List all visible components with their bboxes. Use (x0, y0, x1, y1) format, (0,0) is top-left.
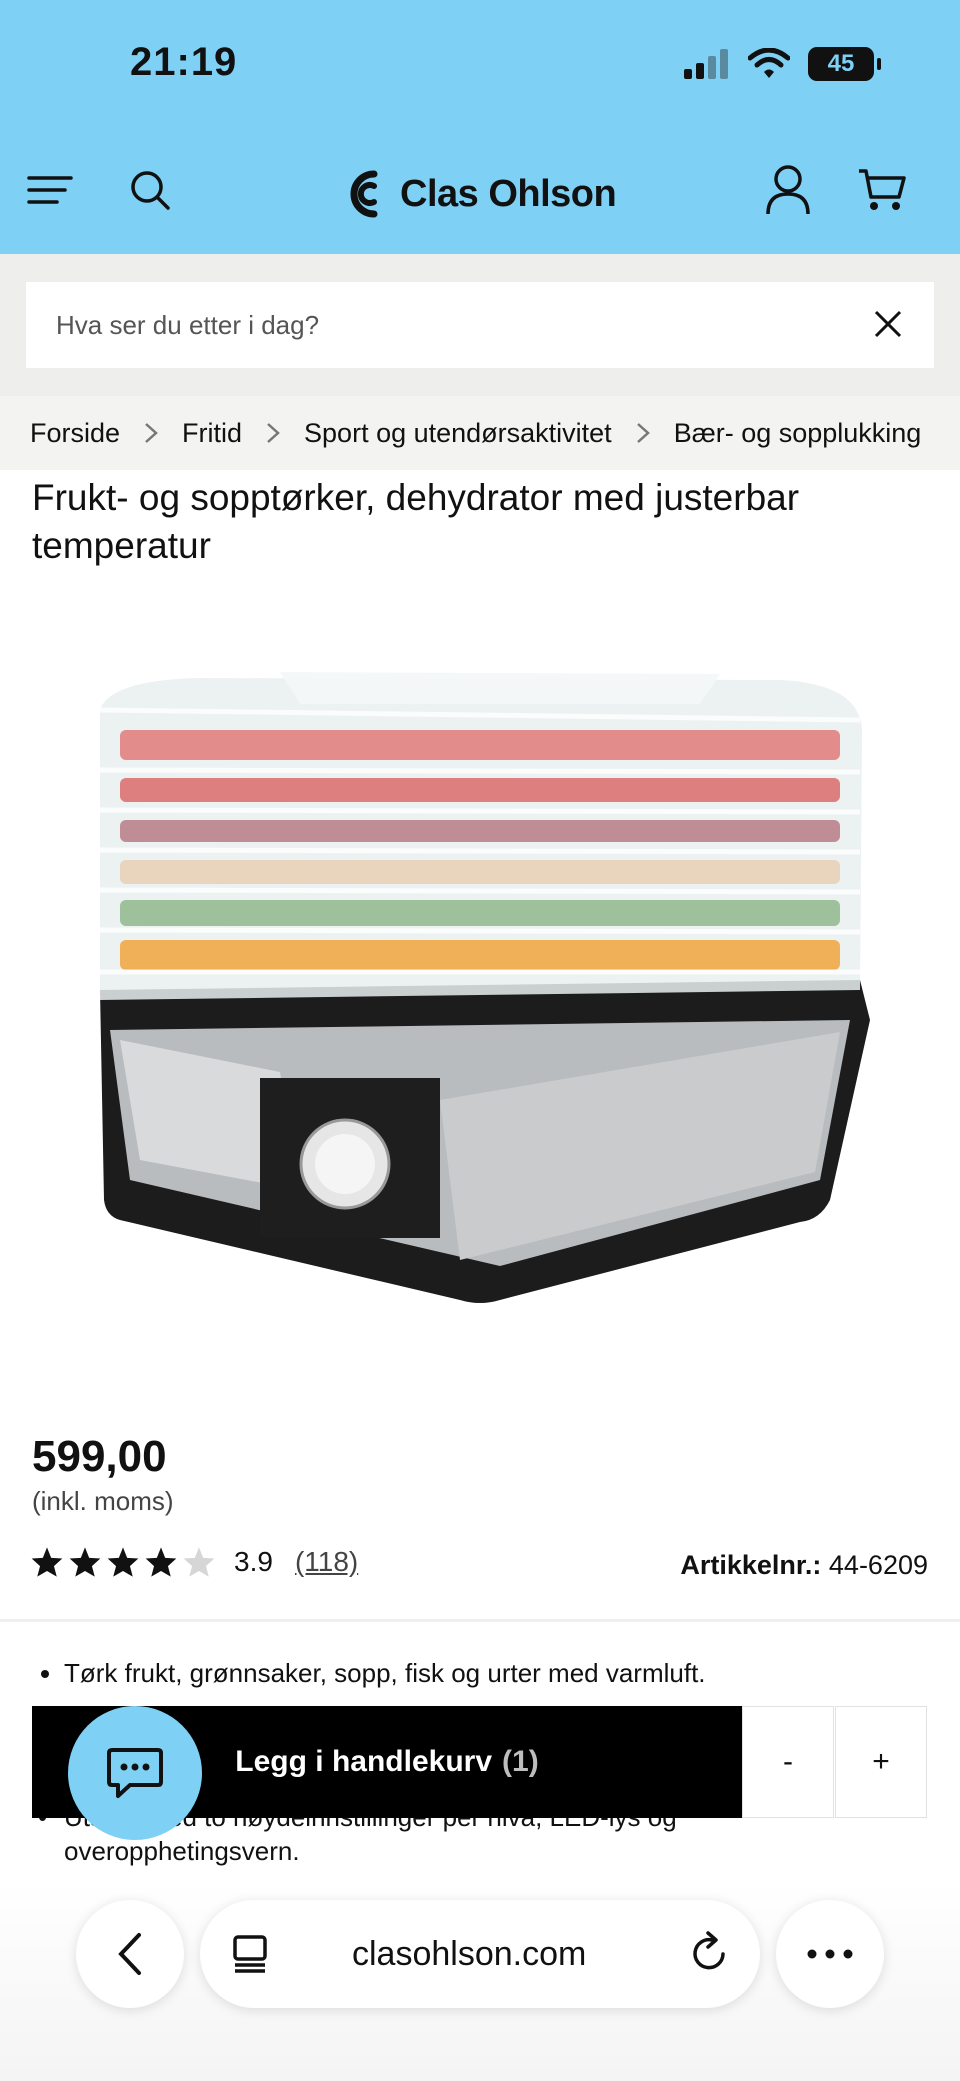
breadcrumb-item[interactable]: Bær- og sopplukking (674, 418, 922, 449)
breadcrumb: Forside Fritid Sport og utendørsaktivite… (0, 396, 960, 470)
quantity-decrease-button[interactable]: - (742, 1706, 834, 1818)
chat-icon (107, 1748, 163, 1798)
chevron-right-icon (636, 422, 650, 444)
chevron-right-icon (266, 422, 280, 444)
star-filled-icon (69, 1547, 101, 1577)
search-clear-button[interactable] (868, 304, 908, 344)
rating-value: 3.9 (234, 1546, 273, 1577)
article-number-label: Artikkelnr.: (680, 1550, 822, 1580)
status-time: 21:19 (130, 40, 238, 84)
product-title: Frukt- og sopptørker, dehydrator med jus… (32, 477, 800, 566)
site-header: 21:19 45 Clas Ohlson (0, 0, 960, 254)
reload-icon[interactable] (690, 1930, 730, 1979)
feature-list: Tørk frukt, grønnsaker, sopp, fisk og ur… (64, 1656, 904, 1698)
article-number: Artikkelnr.: 44-6209 (680, 1550, 928, 1581)
menu-icon (27, 176, 73, 204)
review-count-link[interactable]: (118) (295, 1546, 358, 1578)
cart-quantity: (1) (502, 1745, 539, 1778)
product-price: 599,00 (32, 1432, 167, 1481)
browser-url-bar[interactable]: clasohlson.com (200, 1900, 760, 2008)
chat-button[interactable] (68, 1706, 202, 1840)
brand-name: Clas Ohlson (400, 172, 617, 215)
search-box (26, 282, 934, 368)
divider (0, 1619, 960, 1622)
breadcrumb-item[interactable]: Fritid (182, 418, 242, 449)
add-to-cart-label: Legg i handlekurv (235, 1745, 493, 1778)
breadcrumb-item[interactable]: Forside (30, 418, 120, 449)
search-input[interactable] (56, 309, 856, 341)
breadcrumb-item[interactable]: Sport og utendørsaktivitet (304, 418, 612, 449)
status-indicators: 45 (684, 46, 881, 82)
tab-overview-icon[interactable] (232, 1934, 268, 1979)
chevron-left-icon (118, 1933, 141, 1975)
browser-url: clasohlson.com (352, 1934, 587, 1973)
menu-button[interactable] (20, 160, 80, 220)
quantity-increase-button[interactable]: + (835, 1706, 927, 1818)
feature-item: Tørk frukt, grønnsaker, sopp, fisk og ur… (64, 1656, 904, 1690)
chevron-right-icon (144, 422, 158, 444)
star-filled-icon (107, 1547, 139, 1577)
account-icon (766, 165, 810, 215)
browser-back-button[interactable] (76, 1900, 184, 2008)
vat-note: (inkl. moms) (32, 1486, 174, 1516)
wifi-icon (748, 48, 790, 78)
star-filled-icon (31, 1547, 63, 1577)
browser-more-button[interactable] (776, 1900, 884, 2008)
star-empty-icon (183, 1547, 215, 1577)
article-number-value: 44-6209 (828, 1550, 928, 1580)
more-icon (807, 1949, 853, 1959)
account-button[interactable] (758, 160, 818, 220)
product-image[interactable] (80, 660, 880, 1320)
clas-ohlson-logo-icon (350, 170, 378, 218)
product-rating[interactable]: 3.9 (118) (30, 1540, 358, 1584)
signal-icon (684, 49, 728, 79)
search-section (0, 254, 960, 396)
cart-icon (859, 169, 906, 210)
close-icon (874, 310, 902, 338)
cart-button[interactable] (852, 160, 912, 220)
star-filled-icon (145, 1547, 177, 1577)
search-icon (131, 171, 170, 210)
search-button[interactable] (120, 160, 180, 220)
battery-indicator: 45 (808, 47, 881, 81)
brand-logo[interactable]: Clas Ohlson (344, 164, 617, 224)
